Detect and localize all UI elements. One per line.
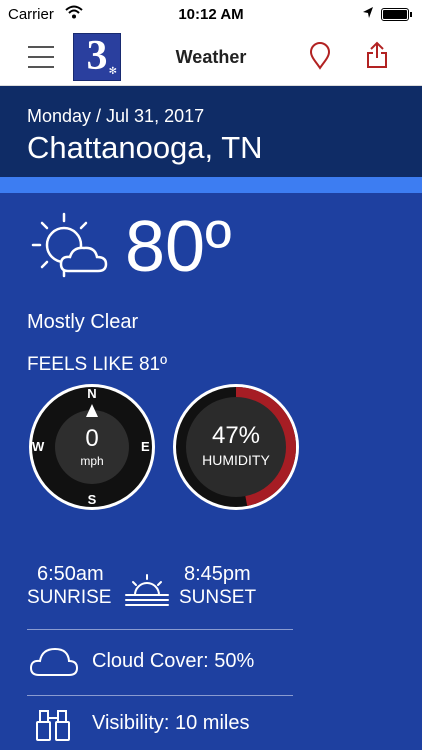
status-bar: Carrier 10:12 AM [0,0,422,30]
battery-icon [381,8,412,21]
cloud-cover-text: Cloud Cover: 50% [92,650,255,672]
current-temperature: 80º [125,207,232,287]
partly-cloudy-icon [31,212,108,278]
sunrise-label: SUNRISE [27,587,112,608]
wind-speed: 0 [85,425,99,452]
humidity-label: HUMIDITY [202,452,270,468]
city-name: Chattanooga, TN [27,130,263,165]
accent-bar [0,177,422,193]
humidity-value: 47% [211,422,261,449]
sun-times: 6:50am SUNRISE 8:45pm SUNSET [0,563,422,618]
wind-unit: mph [80,454,104,468]
current-date: Monday / Jul 31, 2017 [27,106,205,126]
sunrise-time: 6:50am [37,563,104,585]
wind-gauge: N S W E 0 mph [27,382,157,517]
sunset-horizon-icon [125,574,169,606]
status-time: 10:12 AM [178,6,244,23]
compass-north: N [87,386,97,401]
compass-south: S [87,492,97,507]
divider [27,629,293,630]
sunset-time: 8:45pm [184,563,251,585]
cloud-icon [29,647,79,676]
location-header: Monday / Jul 31, 2017 Chattanooga, TN [0,86,422,177]
location-arrow-icon [363,7,373,18]
feels-like-text: FEELS LIKE 81º [27,354,168,375]
condition-text: Mostly Clear [27,311,139,333]
divider [27,695,293,696]
page-title: Weather [175,47,247,67]
binoculars-icon [36,710,70,741]
sunset-label: SUNSET [179,587,257,608]
humidity-gauge: 47% HUMIDITY [171,382,301,517]
nav-bar: 3 ✻ Weather [0,30,422,86]
weather-panel: 80º Mostly Clear FEELS LIKE 81º N S W E … [0,193,422,750]
visibility-text: Visibility: 10 miles [92,712,250,734]
map-pin-icon[interactable] [308,42,332,70]
share-icon[interactable] [365,41,389,69]
